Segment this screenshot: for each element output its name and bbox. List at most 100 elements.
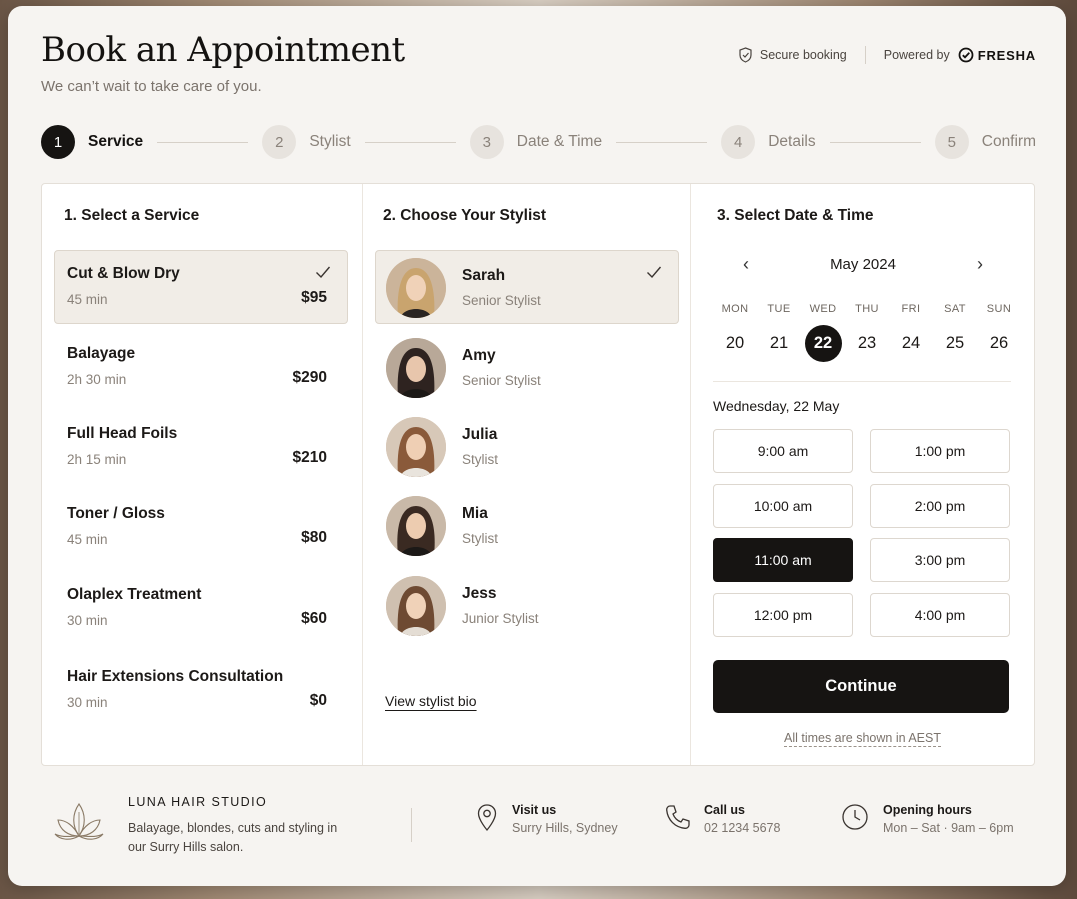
service-price: $95 bbox=[301, 289, 327, 306]
step-number: 4 bbox=[721, 125, 756, 159]
step-label: Service bbox=[88, 133, 144, 150]
stylist-option-sarah[interactable]: Sarah Senior Stylist bbox=[375, 250, 679, 324]
service-option-full-head-foils[interactable]: Full Head Foils 2h 15 min $210 bbox=[54, 410, 348, 484]
avatar bbox=[386, 338, 446, 398]
time-slot[interactable]: 3:00 pm bbox=[870, 538, 1010, 582]
service-name: Hair Extensions Consultation bbox=[67, 668, 284, 685]
step-number: 1 bbox=[41, 125, 75, 159]
stylist-role: Stylist bbox=[462, 531, 499, 546]
day-button[interactable]: 21 bbox=[757, 325, 801, 361]
step-connector bbox=[829, 141, 921, 143]
day-button[interactable]: 25 bbox=[933, 325, 977, 361]
service-name: Balayage bbox=[67, 345, 136, 362]
powered-by: Powered by FRESHA bbox=[884, 47, 1036, 63]
step-date-time[interactable]: 3 Date & Time bbox=[469, 125, 603, 159]
step-label: Confirm bbox=[981, 133, 1037, 150]
datetime-column: 3. Select Date & Time ‹ May 2024 › MON T… bbox=[691, 184, 1034, 765]
time-slot[interactable]: 9:00 am bbox=[713, 429, 853, 473]
step-label: Details bbox=[768, 133, 816, 150]
step-connector bbox=[157, 141, 249, 143]
stylist-name: Mia bbox=[462, 505, 488, 522]
footer-divider bbox=[411, 808, 412, 842]
step-number: 3 bbox=[469, 125, 504, 159]
time-slot-selected[interactable]: 11:00 am bbox=[713, 538, 853, 582]
service-option-olaplex[interactable]: Olaplex Treatment 30 min $60 bbox=[54, 571, 348, 645]
step-number: 2 bbox=[262, 125, 297, 159]
stylist-name: Sarah bbox=[462, 267, 506, 284]
service-price: $290 bbox=[292, 369, 327, 386]
stylist-option-julia[interactable]: Julia Stylist bbox=[375, 409, 679, 483]
stylist-column: 2. Choose Your Stylist Sarah Senior Styl… bbox=[363, 184, 691, 765]
time-slot[interactable]: 10:00 am bbox=[713, 484, 853, 528]
stylist-option-mia[interactable]: Mia Stylist bbox=[375, 488, 679, 562]
day-button[interactable]: 26 bbox=[977, 325, 1021, 361]
stylist-role: Senior Stylist bbox=[462, 293, 541, 308]
avatar bbox=[386, 576, 446, 636]
phone-icon bbox=[666, 805, 690, 829]
stylist-role: Stylist bbox=[462, 452, 499, 467]
service-option-cut-blow-dry[interactable]: Cut & Blow Dry 45 min $95 bbox=[54, 250, 348, 324]
checkmark-icon bbox=[316, 266, 331, 279]
service-price: $60 bbox=[301, 610, 327, 627]
time-slot[interactable]: 12:00 pm bbox=[713, 593, 853, 637]
time-slot[interactable]: 4:00 pm bbox=[870, 593, 1010, 637]
step-details[interactable]: 4 Details bbox=[721, 125, 816, 159]
page-title: Book an Appointment bbox=[41, 30, 405, 70]
step-connector bbox=[364, 141, 456, 143]
datetime-column-title: 3. Select Date & Time bbox=[717, 207, 874, 224]
step-confirm[interactable]: 5 Confirm bbox=[934, 125, 1037, 159]
service-column-title: 1. Select a Service bbox=[64, 207, 200, 224]
service-name: Toner / Gloss bbox=[67, 505, 165, 522]
current-month: May 2024 bbox=[830, 256, 896, 273]
weekday-label: SUN bbox=[986, 303, 1012, 315]
service-column: 1. Select a Service Cut & Blow Dry 45 mi… bbox=[42, 184, 363, 765]
avatar bbox=[386, 258, 446, 318]
month-navigator: ‹ May 2024 › bbox=[713, 254, 1013, 276]
continue-button[interactable]: Continue bbox=[713, 660, 1009, 713]
step-label: Date & Time bbox=[516, 133, 603, 150]
stylist-option-jess[interactable]: Jess Junior Stylist bbox=[375, 568, 679, 642]
day-button[interactable]: 23 bbox=[845, 325, 889, 361]
time-slot[interactable]: 2:00 pm bbox=[870, 484, 1010, 528]
checkmark-icon bbox=[647, 266, 662, 279]
visit-value: Surry Hills, Sydney bbox=[512, 821, 618, 835]
stylist-option-amy[interactable]: Amy Senior Stylist bbox=[375, 330, 679, 404]
fresha-logo[interactable]: FRESHA bbox=[958, 47, 1036, 63]
footer-visit[interactable]: Visit us Surry Hills, Sydney bbox=[476, 803, 618, 835]
step-service[interactable]: 1 Service bbox=[41, 125, 143, 159]
service-option-balayage[interactable]: Balayage 2h 30 min $290 bbox=[54, 330, 348, 404]
fresha-mark-icon bbox=[958, 47, 974, 63]
header-meta: Secure booking Powered by FRESHA bbox=[738, 46, 1036, 64]
chevron-right-icon[interactable]: › bbox=[977, 254, 983, 275]
step-stylist[interactable]: 2 Stylist bbox=[262, 125, 351, 159]
weekday-label: TUE bbox=[767, 303, 791, 315]
studio-name: LUNA HAIR STUDIO bbox=[128, 795, 268, 809]
step-label: Stylist bbox=[309, 133, 351, 150]
service-name: Full Head Foils bbox=[67, 425, 178, 442]
clock-icon bbox=[842, 804, 868, 830]
stylist-name: Amy bbox=[462, 347, 496, 364]
selected-date-label: Wednesday, 22 May bbox=[713, 398, 840, 414]
day-picker: 20 21 22 23 24 25 26 bbox=[713, 324, 1021, 362]
weekday-label: THU bbox=[855, 303, 879, 315]
booking-panel: 1. Select a Service Cut & Blow Dry 45 mi… bbox=[41, 183, 1035, 766]
weekday-label: FRI bbox=[901, 303, 921, 315]
service-option-extensions-consultation[interactable]: Hair Extensions Consultation 30 min $0 bbox=[54, 653, 348, 727]
stylist-name: Julia bbox=[462, 426, 498, 443]
view-stylist-bio-link[interactable]: View stylist bio bbox=[385, 693, 477, 709]
day-button[interactable]: 24 bbox=[889, 325, 933, 361]
secure-booking: Secure booking bbox=[738, 47, 847, 63]
service-price: $210 bbox=[292, 449, 327, 466]
time-slot[interactable]: 1:00 pm bbox=[870, 429, 1010, 473]
stylist-role: Junior Stylist bbox=[462, 611, 539, 626]
call-title: Call us bbox=[704, 803, 745, 817]
footer-call[interactable]: Call us 02 1234 5678 bbox=[664, 803, 780, 835]
timezone-note-text[interactable]: All times are shown in AEST bbox=[783, 731, 941, 747]
service-duration: 30 min bbox=[67, 613, 108, 628]
stylist-column-title: 2. Choose Your Stylist bbox=[383, 207, 547, 224]
day-button-selected[interactable]: 22 bbox=[801, 324, 845, 362]
service-option-toner-gloss[interactable]: Toner / Gloss 45 min $80 bbox=[54, 490, 348, 564]
timezone-note: All times are shown in AEST bbox=[691, 731, 1034, 747]
shield-check-icon bbox=[739, 47, 752, 63]
day-button[interactable]: 20 bbox=[713, 325, 757, 361]
